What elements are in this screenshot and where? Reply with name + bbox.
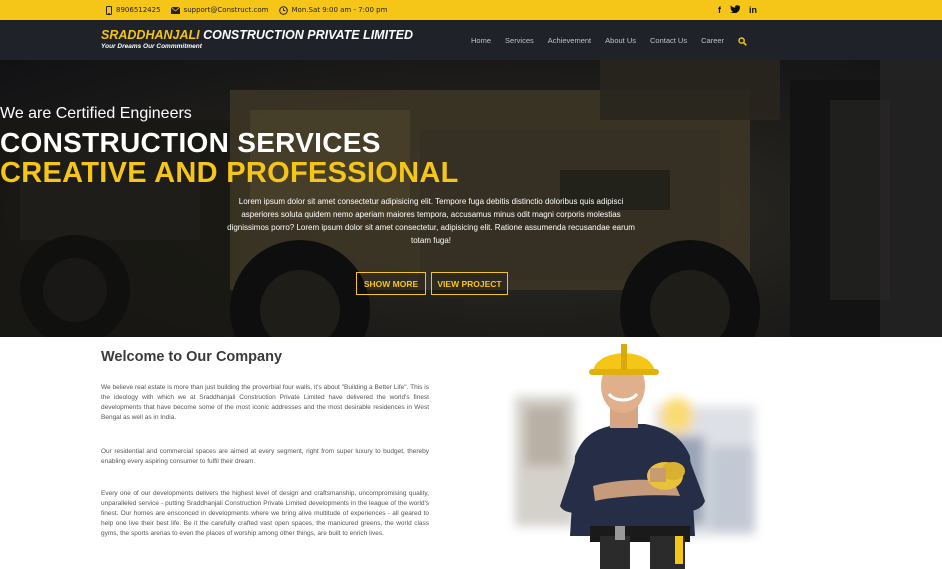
phone-contact[interactable]: 8906512425: [106, 5, 161, 15]
clock-icon: [278, 5, 288, 15]
contact-info: 8906512425 support@Construct.com Mon.Sat…: [106, 0, 397, 20]
view-project-button[interactable]: VIEW PROJECT: [431, 272, 508, 295]
top-contact-bar: 8906512425 support@Construct.com Mon.Sat…: [0, 0, 942, 20]
main-nav: Home Services Achievement About Us Conta…: [471, 20, 747, 60]
twitter-icon[interactable]: [730, 5, 740, 15]
hours-info: Mon.Sat 9:00 am - 7:00 pm: [278, 5, 388, 15]
about-title: Welcome to Our Company: [101, 349, 283, 365]
about-paragraph-2: Our residential and commercial spaces ar…: [101, 448, 429, 465]
nav-about-us[interactable]: About Us: [605, 36, 636, 45]
facebook-icon[interactable]: f: [718, 5, 721, 15]
site-header: SRADDHANJALI CONSTRUCTION PRIVATE LIMITE…: [0, 20, 942, 60]
nav-achievement[interactable]: Achievement: [548, 36, 591, 45]
engineer-image: [515, 344, 755, 569]
company-name: SRADDHANJALI CONSTRUCTION PRIVATE LIMITE…: [101, 28, 413, 42]
nav-home[interactable]: Home: [471, 36, 491, 45]
envelope-icon: [170, 6, 180, 14]
phone-number: 8906512425: [116, 6, 161, 14]
company-tagline: Your Dreams Our Commmitment: [101, 43, 202, 50]
brand-logo[interactable]: SRADDHANJALI CONSTRUCTION PRIVATE LIMITE…: [101, 28, 413, 50]
email-address: support@Construct.com: [183, 6, 269, 14]
search-icon[interactable]: [738, 31, 747, 50]
hero-banner: We are Certified Engineers CONSTRUCTION …: [0, 60, 942, 337]
office-hours: Mon.Sat 9:00 am - 7:00 pm: [291, 6, 388, 14]
social-links: f in: [718, 0, 766, 20]
show-more-button[interactable]: SHOW MORE: [356, 272, 426, 295]
nav-services[interactable]: Services: [505, 36, 534, 45]
company-name-rest: CONSTRUCTION PRIVATE LIMITED: [199, 28, 414, 42]
nav-career[interactable]: Career: [701, 36, 724, 45]
about-paragraph-1: We believe real estate is more than just…: [101, 384, 429, 421]
linkedin-icon[interactable]: in: [749, 5, 757, 15]
hero-subtitle: We are Certified Engineers: [0, 105, 192, 122]
hero-title-highlight: CREATIVE AND PROFESSIONAL: [0, 157, 459, 189]
phone-icon: [106, 5, 112, 15]
hero-description: Lorem ipsum dolor sit amet consectetur a…: [227, 197, 635, 245]
hero-title: CONSTRUCTION SERVICES: [0, 127, 381, 158]
email-contact[interactable]: support@Construct.com: [170, 6, 269, 14]
company-name-highlight: SRADDHANJALI: [101, 28, 200, 42]
about-paragraph-3: Every one of our developments delivers t…: [101, 490, 429, 537]
nav-contact-us[interactable]: Contact Us: [650, 36, 687, 45]
